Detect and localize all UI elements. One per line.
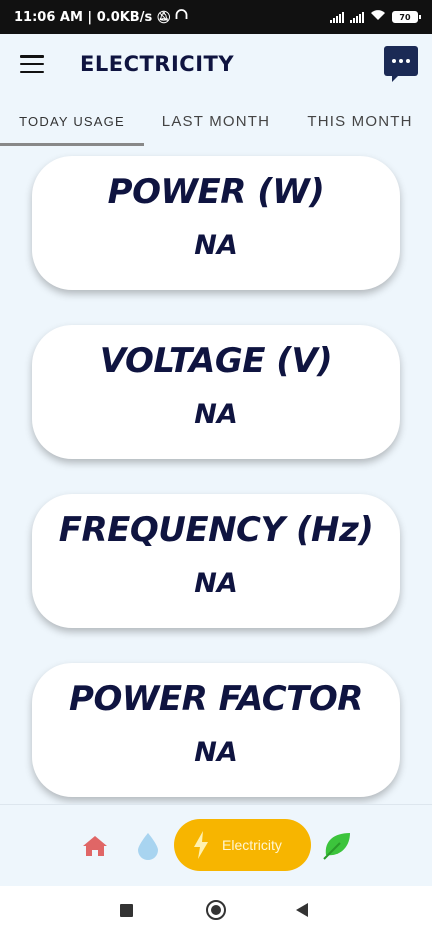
nav-electricity-button[interactable]: Electricity [174,819,311,871]
card-label: POWER FACTOR [69,679,363,719]
headphones-icon [175,9,188,25]
battery-level: 70 [399,12,411,22]
back-icon[interactable] [296,903,308,917]
power-card: POWER (W) NA [32,156,400,290]
signal-icon-2 [350,11,364,23]
wifi-icon [370,9,386,25]
tab-today-usage[interactable]: TODAY USAGE [0,96,144,146]
card-value: NA [194,230,238,261]
tab-this-month[interactable]: THIS MONTH [288,96,432,146]
water-drop-icon[interactable] [136,832,160,860]
home-icon[interactable] [82,835,108,857]
power-factor-card: POWER FACTOR NA [32,663,400,797]
mute-icon: 🔕︎ [156,10,172,24]
recent-apps-icon[interactable] [120,904,133,917]
battery-icon: 70 [392,11,421,23]
page-title: ELECTRICITY [80,52,235,76]
card-value: NA [194,737,238,768]
leaf-icon[interactable] [322,831,352,861]
status-bar: 11:06 AM | 0.0KB/s 🔕︎ 70 [0,0,432,34]
hamburger-menu-icon[interactable] [20,55,44,73]
card-value: NA [194,399,238,430]
system-home-icon[interactable] [206,900,226,920]
app-bar: ELECTRICITY [0,34,432,94]
card-label: POWER (W) [107,172,325,212]
card-label: FREQUENCY (Hz) [58,510,374,550]
system-nav-bar [0,886,432,936]
card-label: VOLTAGE (V) [99,341,333,381]
tab-bar: TODAY USAGE LAST MONTH THIS MONTH [0,96,432,146]
signal-icon [330,11,344,23]
status-time: 11:06 AM | 0.0KB/s [14,9,153,25]
voltage-card: VOLTAGE (V) NA [32,325,400,459]
nav-electricity-label: Electricity [222,837,282,853]
tab-last-month[interactable]: LAST MONTH [144,96,288,146]
chat-bubble-icon[interactable] [384,46,418,82]
lightning-bolt-icon [194,831,208,859]
card-value: NA [194,568,238,599]
bottom-nav: Electricity [0,804,432,886]
frequency-card: FREQUENCY (Hz) NA [32,494,400,628]
